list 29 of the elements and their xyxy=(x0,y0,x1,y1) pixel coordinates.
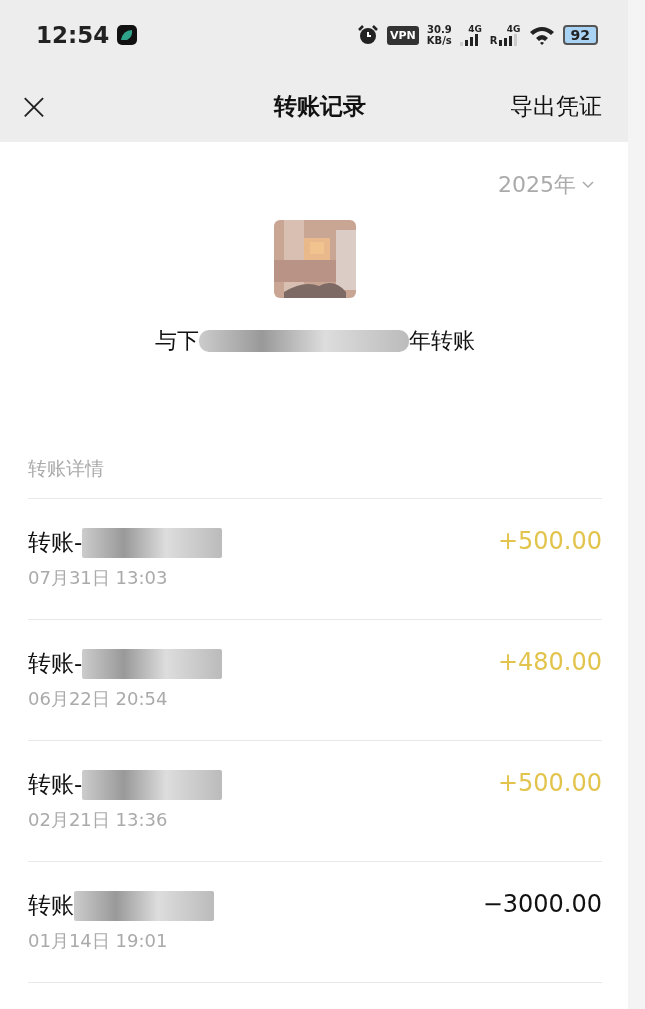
wifi-icon xyxy=(528,25,555,45)
battery-indicator: 92 xyxy=(562,25,598,45)
roaming-label: R xyxy=(489,36,498,46)
transaction-title: 转账- xyxy=(28,528,83,557)
vpn-badge: VPN xyxy=(387,25,419,45)
transaction-amount: +500.00 xyxy=(497,769,602,797)
chevron-down-icon xyxy=(582,181,594,189)
section-label: 转账详情 xyxy=(28,456,602,499)
status-time: 12:54 xyxy=(36,22,110,48)
network-label: 4G xyxy=(468,24,482,34)
close-button[interactable]: × xyxy=(18,87,50,125)
app-icon xyxy=(117,25,138,45)
transaction-date: 02月21日 13:36 xyxy=(28,808,169,832)
speed-value: 30.9 xyxy=(426,24,452,35)
transaction-title: 转账- xyxy=(28,649,83,678)
speed-unit: KB/s xyxy=(426,35,452,46)
transaction-title: 转账- xyxy=(28,770,83,799)
page-title: 转账记录 xyxy=(273,91,366,121)
contact-title: 与下 年转账 xyxy=(155,327,475,355)
alarm-icon xyxy=(357,24,380,46)
transaction-amount: −3000.00 xyxy=(482,890,602,918)
export-button[interactable]: 导出凭证 xyxy=(510,90,602,122)
transaction-date: 07月31日 13:03 xyxy=(28,566,169,590)
transaction-amount: +480.00 xyxy=(497,648,602,676)
transaction-date: 01月14日 19:01 xyxy=(28,929,169,953)
network-label: 4G xyxy=(506,24,521,34)
transaction-date: 06月22日 20:54 xyxy=(28,687,169,711)
transaction-title: 转账 xyxy=(28,891,74,920)
transaction-amount: +500.00 xyxy=(497,527,602,555)
